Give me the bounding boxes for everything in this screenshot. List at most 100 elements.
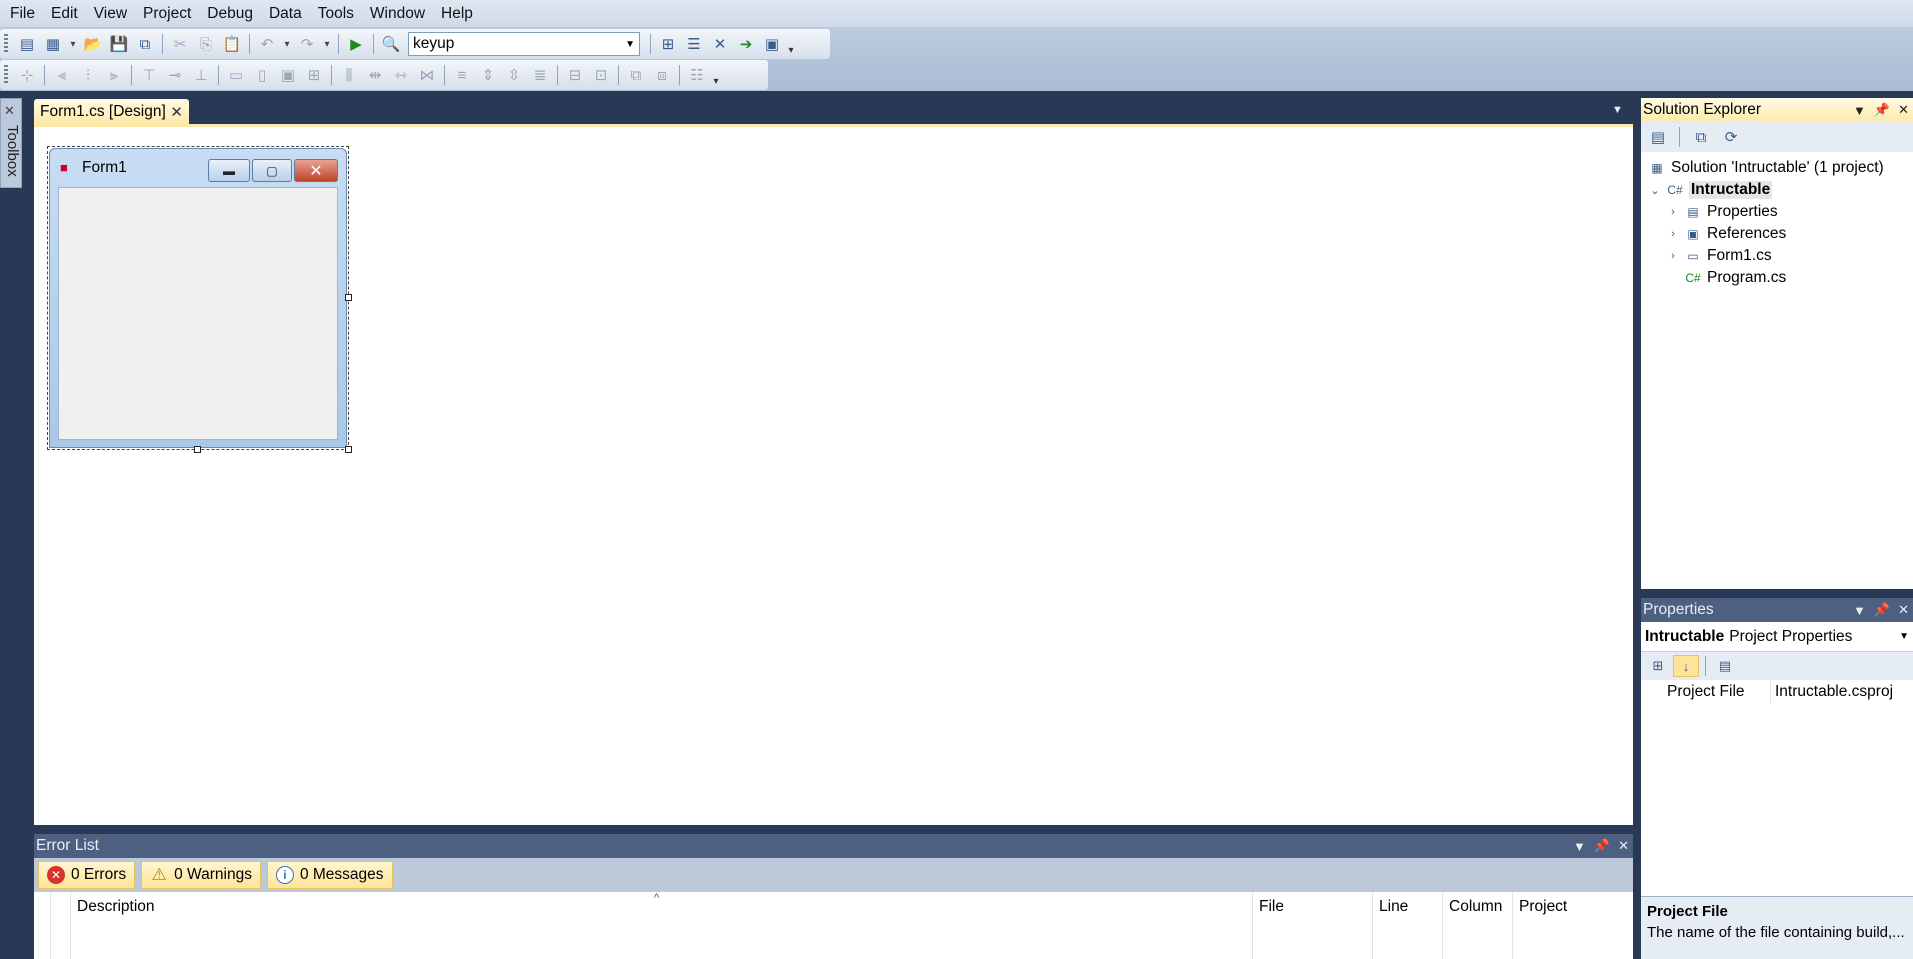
property-row[interactable]: Project File Intructable.csproj — [1641, 680, 1913, 704]
form-preview[interactable]: ■ Form1 ▬ ▢ ✕ — [49, 148, 347, 448]
resize-handle-bottom[interactable] — [194, 446, 201, 453]
horizontal-spacing-remove-icon[interactable]: ⋈ — [414, 63, 440, 87]
menu-data[interactable]: Data — [261, 0, 310, 27]
tab-form1-design[interactable]: Form1.cs [Design] ✕ — [34, 99, 189, 124]
menu-file[interactable]: File — [2, 0, 43, 27]
chevron-down-icon[interactable]: ▼ — [1612, 104, 1623, 116]
resize-handle-right[interactable] — [345, 294, 352, 301]
menu-window[interactable]: Window — [362, 0, 433, 27]
pin-icon[interactable]: 📌 — [1594, 838, 1610, 854]
pin-icon[interactable]: 📌 — [1874, 602, 1890, 618]
cut-icon[interactable]: ✂ — [167, 32, 193, 56]
menu-tools[interactable]: Tools — [310, 0, 362, 27]
pin-icon[interactable]: 📌 — [1874, 102, 1890, 118]
toolbox-tab[interactable]: ✕ Toolbox — [0, 98, 22, 188]
add-item-icon[interactable]: ▦ — [40, 32, 66, 56]
tree-solution[interactable]: ▦ Solution 'Intructable' (1 project) — [1649, 157, 1883, 179]
properties-object-selector[interactable]: Intructable Project Properties ▼ — [1641, 622, 1913, 652]
tab-order-icon[interactable]: ☷ — [684, 63, 710, 87]
resize-handle-corner[interactable] — [345, 446, 352, 453]
tree-item-properties[interactable]: › ▤ Properties — [1667, 201, 1778, 223]
extension-manager-icon[interactable]: ▣ — [759, 32, 785, 56]
chevron-right-icon[interactable]: › — [1667, 228, 1679, 240]
categorized-icon[interactable]: ⊞ — [1645, 655, 1671, 677]
vertical-spacing-decrease-icon[interactable]: ⇳ — [501, 63, 527, 87]
menu-debug[interactable]: Debug — [199, 0, 261, 27]
tree-item-references[interactable]: › ▣ References — [1667, 223, 1786, 245]
menu-help[interactable]: Help — [433, 0, 481, 27]
chevron-down-icon[interactable]: ⌄ — [1649, 184, 1661, 197]
menu-project[interactable]: Project — [135, 0, 199, 27]
column-description[interactable]: Description — [70, 892, 1288, 959]
make-same-width-icon[interactable]: ▭ — [223, 63, 249, 87]
chevron-down-icon[interactable]: ▼ — [1853, 103, 1866, 118]
start-page-icon[interactable]: ➔ — [733, 32, 759, 56]
toolbar-overflow-icon[interactable]: ▾ — [710, 63, 722, 87]
form-client-area[interactable] — [58, 187, 338, 440]
alphabetical-icon[interactable]: ↓ — [1673, 655, 1699, 677]
save-all-icon[interactable]: ⧉ — [132, 32, 158, 56]
open-file-icon[interactable]: 📂 — [80, 32, 106, 56]
make-same-size-icon[interactable]: ▣ — [275, 63, 301, 87]
center-vertically-icon[interactable]: ⊡ — [588, 63, 614, 87]
horizontal-spacing-equal-icon[interactable]: ⫼ — [336, 63, 362, 87]
close-icon[interactable]: ✕ — [170, 103, 183, 121]
toolbar-grip[interactable] — [4, 65, 8, 85]
refresh-icon[interactable]: ⟳ — [1718, 125, 1744, 149]
tree-item-form1[interactable]: › ▭ Form1.cs — [1667, 245, 1771, 267]
tree-project[interactable]: ⌄ C# Intructable — [1649, 179, 1773, 201]
properties-icon[interactable]: ▤ — [1645, 125, 1671, 149]
warnings-filter-button[interactable]: ⚠ 0 Warnings — [141, 861, 261, 889]
close-icon[interactable]: ✕ — [1898, 102, 1909, 118]
column-line[interactable]: Line — [1372, 892, 1442, 959]
menu-view[interactable]: View — [86, 0, 135, 27]
close-icon[interactable]: ✕ — [1618, 838, 1629, 854]
chevron-right-icon[interactable]: › — [1667, 250, 1679, 262]
align-middles-icon[interactable]: ⊸ — [162, 63, 188, 87]
errors-filter-button[interactable]: ✕ 0 Errors — [38, 861, 136, 889]
undo-dropdown-icon[interactable]: ▾ — [280, 32, 294, 56]
show-all-files-icon[interactable]: ⧉ — [1688, 125, 1714, 149]
close-icon[interactable]: ✕ — [1898, 602, 1909, 618]
horizontal-spacing-increase-icon[interactable]: ⇹ — [362, 63, 388, 87]
chevron-down-icon[interactable]: ▼ — [1853, 603, 1866, 618]
column-project[interactable]: Project — [1512, 892, 1633, 959]
property-value[interactable]: Intructable.csproj — [1771, 680, 1913, 704]
align-to-grid-icon[interactable]: ⊹ — [14, 63, 40, 87]
chevron-right-icon[interactable]: › — [1667, 206, 1679, 218]
new-project-icon[interactable]: ▤ — [14, 32, 40, 56]
align-tops-icon[interactable]: ⊤ — [136, 63, 162, 87]
solution-explorer-icon[interactable]: ⊞ — [655, 32, 681, 56]
toolbar-overflow-icon[interactable]: ▾ — [785, 32, 797, 56]
properties-window-icon[interactable]: ☰ — [681, 32, 707, 56]
vertical-spacing-increase-icon[interactable]: ⇕ — [475, 63, 501, 87]
send-to-back-icon[interactable]: ⧈ — [649, 63, 675, 87]
designer-surface[interactable]: ■ Form1 ▬ ▢ ✕ — [34, 124, 1633, 825]
find-in-files-icon[interactable]: 🔍 — [378, 32, 404, 56]
vertical-spacing-equal-icon[interactable]: ≡ — [449, 63, 475, 87]
start-debugging-icon[interactable]: ▶ — [343, 32, 369, 56]
property-pages-icon[interactable]: ▤ — [1712, 655, 1738, 677]
add-item-dropdown-icon[interactable]: ▾ — [66, 32, 80, 56]
messages-filter-button[interactable]: i 0 Messages — [266, 861, 393, 889]
redo-icon[interactable]: ↷ — [294, 32, 320, 56]
save-icon[interactable]: 💾 — [106, 32, 132, 56]
center-horizontally-icon[interactable]: ⊟ — [562, 63, 588, 87]
column-column[interactable]: Column — [1442, 892, 1512, 959]
align-rights-icon[interactable]: ⫸ — [101, 63, 127, 87]
redo-dropdown-icon[interactable]: ▾ — [320, 32, 334, 56]
copy-icon[interactable]: ⎘ — [193, 32, 219, 56]
vertical-spacing-remove-icon[interactable]: ≣ — [527, 63, 553, 87]
horizontal-spacing-decrease-icon[interactable]: ⇿ — [388, 63, 414, 87]
toolbox-icon[interactable]: ✕ — [707, 32, 733, 56]
find-combo[interactable]: keyup ▼ — [408, 32, 640, 56]
menu-edit[interactable]: Edit — [43, 0, 86, 27]
make-same-height-icon[interactable]: ▯ — [249, 63, 275, 87]
align-bottoms-icon[interactable]: ⊥ — [188, 63, 214, 87]
undo-icon[interactable]: ↶ — [254, 32, 280, 56]
chevron-down-icon[interactable]: ▼ — [1573, 839, 1586, 854]
size-to-grid-icon[interactable]: ⊞ — [301, 63, 327, 87]
align-lefts-icon[interactable]: ⫷ — [49, 63, 75, 87]
align-centers-icon[interactable]: ⫶ — [75, 63, 101, 87]
bring-to-front-icon[interactable]: ⧉ — [623, 63, 649, 87]
